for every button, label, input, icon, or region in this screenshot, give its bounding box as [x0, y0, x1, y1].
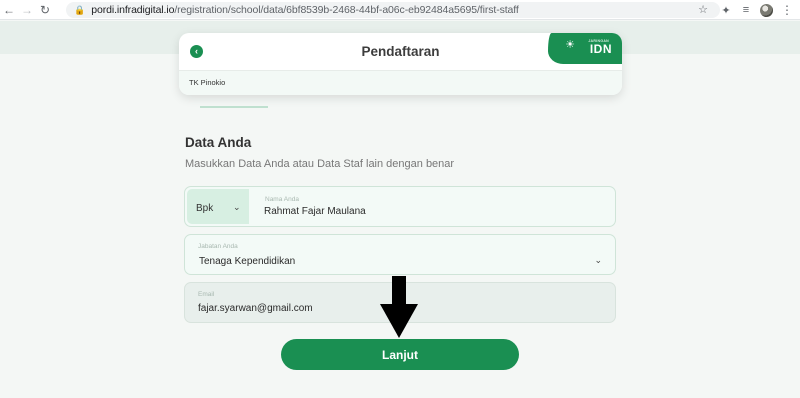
title-prefix-select[interactable]: Bpk ⌄: [187, 189, 249, 224]
chevron-down-icon: ⌄: [233, 202, 241, 212]
name-input[interactable]: Rahmat Fajar Maulana: [264, 206, 366, 217]
brand-logo: ☀ JARINGAN IDN: [548, 33, 622, 64]
arrow-down-icon: [380, 276, 418, 338]
email-value: fajar.syarwan@gmail.com: [198, 303, 313, 314]
section-title: Data Anda: [185, 135, 252, 150]
extensions-icon[interactable]: ✦: [720, 4, 732, 17]
url-domain: pordi.infradigital.io: [91, 4, 175, 16]
job-label: Jabatan Anda: [198, 243, 238, 250]
forward-icon[interactable]: →: [18, 0, 36, 20]
avatar[interactable]: [760, 3, 773, 17]
name-label: Nama Anda: [265, 196, 299, 203]
url-text[interactable]: pordi.infradigital.io/registration/schoo…: [91, 4, 519, 16]
header-card: ‹ Pendaftaran ☀ JARINGAN IDN TK Pinokio: [179, 33, 622, 95]
browser-toolbar: ← → ↻ 🔒 pordi.infradigital.io/registrati…: [0, 0, 800, 20]
lock-icon[interactable]: 🔒: [74, 5, 85, 16]
school-name: TK Pinokio: [189, 78, 226, 87]
job-value: Tenaga Kependidikan: [199, 256, 296, 267]
chevron-down-icon: ⌄: [594, 255, 602, 265]
address-bar[interactable]: 🔒 pordi.infradigital.io/registration/sch…: [66, 2, 720, 18]
sun-icon: ☀: [565, 39, 575, 51]
title-prefix-value: Bpk: [196, 203, 214, 214]
name-field[interactable]: Bpk ⌄ Nama Anda Rahmat Fajar Maulana: [184, 186, 616, 227]
back-icon[interactable]: ←: [0, 0, 18, 20]
continue-button[interactable]: Lanjut: [281, 339, 519, 370]
job-select[interactable]: Jabatan Anda Tenaga Kependidikan ⌄: [184, 234, 616, 275]
school-bar: TK Pinokio: [179, 71, 622, 95]
progress-indicator: [200, 106, 268, 108]
reload-icon[interactable]: ↻: [36, 0, 54, 20]
star-icon[interactable]: ☆: [698, 3, 708, 16]
media-queue-icon[interactable]: ≡: [740, 4, 752, 16]
email-label: Email: [198, 291, 215, 298]
section-subtitle: Masukkan Data Anda atau Data Staf lain d…: [185, 158, 455, 170]
url-path: /registration/school/data/6bf8539b-2468-…: [174, 4, 519, 16]
menu-icon[interactable]: ⋮: [781, 3, 793, 17]
brand-logo-text: IDN: [589, 42, 612, 56]
